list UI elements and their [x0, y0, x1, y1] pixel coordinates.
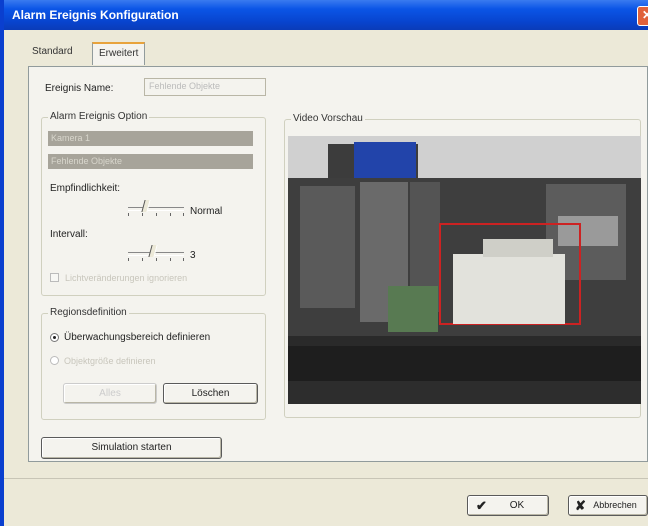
close-button[interactable]: ✕ [637, 6, 648, 26]
sensitivity-label: Empfindlichkeit: [50, 183, 121, 194]
region-title: Regionsdefinition [48, 307, 129, 318]
select-all-button[interactable]: Alles [63, 383, 157, 404]
close-icon: ✕ [641, 8, 648, 22]
simulation-button[interactable]: Simulation starten [41, 437, 222, 459]
interval-value: 3 [190, 250, 196, 261]
slider-track [128, 252, 184, 256]
alarm-option-title: Alarm Ereignis Option [48, 111, 150, 122]
check-icon: ✔ [476, 498, 487, 513]
event-name-label: Ereignis Name: [45, 83, 114, 94]
cancel-button[interactable]: ✘ Abbrechen [568, 495, 648, 516]
sensitivity-slider[interactable] [128, 200, 184, 216]
interval-slider[interactable] [128, 245, 184, 261]
define-area-label: Überwachungsbereich definieren [64, 332, 211, 343]
sensitivity-value: Normal [190, 206, 223, 217]
slider-ticks [128, 213, 184, 217]
object-size-label: Objektgröße definieren [64, 356, 156, 366]
slider-ticks [128, 258, 184, 262]
cancel-label: Abbrechen [593, 500, 637, 510]
title-bar[interactable]: Alarm Ereignis Konfiguration ✕ [4, 0, 648, 30]
ok-button[interactable]: ✔ OK [467, 495, 549, 516]
radio-object-size[interactable] [50, 356, 59, 365]
ignore-light-label: Lichtveränderungen ignorieren [65, 273, 188, 283]
video-preview[interactable] [288, 136, 641, 404]
dialog-footer [4, 478, 648, 527]
event-type-select[interactable]: Fehlende Objekte [48, 154, 253, 169]
ok-label: OK [509, 500, 525, 511]
interval-label: Intervall: [50, 229, 88, 240]
ignore-light-checkbox[interactable] [50, 273, 59, 282]
delete-button[interactable]: Löschen [163, 383, 258, 404]
tab-standard[interactable]: Standard [32, 46, 73, 57]
tab-erweitert[interactable]: Erweitert [92, 42, 146, 65]
radio-define-area[interactable] [50, 333, 59, 342]
camera-scene-image [288, 136, 641, 404]
event-name-field[interactable]: Fehlende Objekte [144, 78, 266, 96]
camera-select[interactable]: Kamera 1 [48, 131, 253, 146]
cancel-icon: ✘ [575, 498, 586, 513]
window-title: Alarm Ereignis Konfiguration [12, 8, 179, 22]
alarm-config-window: Alarm Ereignis Konfiguration ✕ Standard … [0, 0, 648, 526]
preview-title: Video Vorschau [291, 113, 365, 124]
slider-track [128, 207, 184, 211]
